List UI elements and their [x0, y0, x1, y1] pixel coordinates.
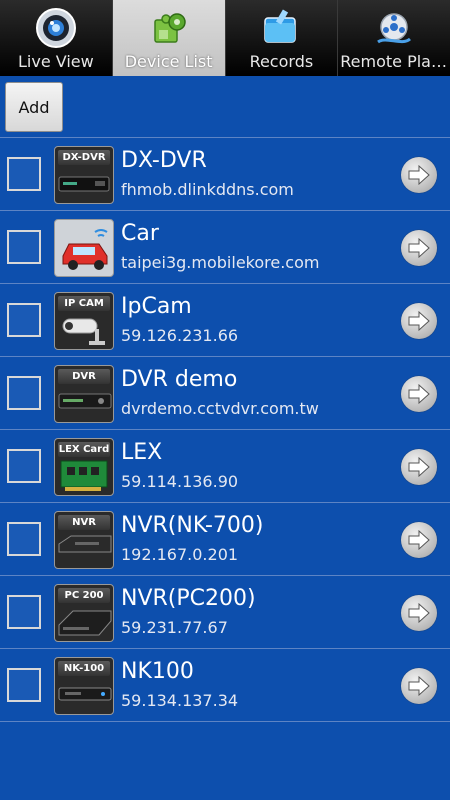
ip-camera-icon: IP CAM: [54, 292, 114, 350]
car-icon: [54, 219, 114, 277]
device-name: DX-DVR: [121, 148, 207, 173]
capture-card-icon: LEX Card: [54, 438, 114, 496]
device-name: NVR(NK-700): [121, 513, 264, 538]
device-host: fhmob.dlinkddns.com: [121, 180, 294, 199]
toolbar: Add: [0, 76, 450, 138]
device-host: 59.126.231.66: [121, 326, 239, 345]
device-checkbox[interactable]: [7, 449, 41, 483]
tab-records[interactable]: Records: [225, 0, 339, 76]
device-name: Car: [121, 221, 159, 246]
arrow-right-icon[interactable]: [401, 230, 437, 266]
device-host: 59.114.136.90: [121, 472, 239, 491]
device-row[interactable]: DVR DVR demo dvrdemo.cctvdvr.com.tw: [0, 357, 450, 430]
device-row[interactable]: PC 200 NVR(PC200) 59.231.77.67: [0, 576, 450, 649]
device-row[interactable]: NVR NVR(NK-700) 192.167.0.201: [0, 503, 450, 576]
nvr-icon: PC 200: [54, 584, 114, 642]
tab-label: Device List: [124, 52, 213, 71]
device-checkbox[interactable]: [7, 157, 41, 191]
device-checkbox[interactable]: [7, 522, 41, 556]
device-row[interactable]: NK-100 NK100 59.134.137.34: [0, 649, 450, 722]
device-row[interactable]: IP CAM IpCam 59.126.231.66: [0, 284, 450, 357]
tab-label: Live View: [18, 52, 94, 71]
tab-live-view[interactable]: Live View: [0, 0, 113, 76]
dvr-icon: DVR: [54, 365, 114, 423]
device-row[interactable]: LEX Card LEX 59.114.136.90: [0, 430, 450, 503]
device-checkbox[interactable]: [7, 303, 41, 337]
arrow-right-icon[interactable]: [401, 595, 437, 631]
dvr-icon: DX-DVR: [54, 146, 114, 204]
device-row[interactable]: DX-DVR DX-DVR fhmob.dlinkddns.com: [0, 138, 450, 211]
arrow-right-icon[interactable]: [401, 157, 437, 193]
camera-lens-icon: [35, 8, 76, 48]
tab-remote-playback[interactable]: Remote Play..: [338, 0, 450, 76]
device-host: taipei3g.mobilekore.com: [121, 253, 320, 272]
puzzle-gear-icon: [153, 13, 186, 43]
arrow-right-icon[interactable]: [401, 303, 437, 339]
film-reel-icon: [377, 13, 412, 44]
nvr-icon: NK-100: [54, 657, 114, 715]
device-list: DX-DVR DX-DVR fhmob.dlinkddns.com Car ta…: [0, 138, 450, 722]
device-name: NVR(PC200): [121, 586, 256, 611]
device-name: NK100: [121, 659, 194, 684]
arrow-right-icon[interactable]: [401, 668, 437, 704]
tab-label: Records: [249, 52, 314, 71]
arrow-right-icon[interactable]: [401, 522, 437, 558]
arrow-right-icon[interactable]: [401, 376, 437, 412]
add-device-button[interactable]: Add: [5, 82, 63, 132]
device-row[interactable]: Car taipei3g.mobilekore.com: [0, 211, 450, 284]
tab-device-list[interactable]: Device List: [112, 0, 226, 76]
device-host: dvrdemo.cctvdvr.com.tw: [121, 399, 319, 418]
device-checkbox[interactable]: [7, 376, 41, 410]
device-checkbox[interactable]: [7, 668, 41, 702]
device-checkbox[interactable]: [7, 230, 41, 264]
device-name: DVR demo: [121, 367, 238, 392]
arrow-right-icon[interactable]: [401, 449, 437, 485]
folder-icon: [264, 9, 297, 43]
device-checkbox[interactable]: [7, 595, 41, 629]
device-host: 59.231.77.67: [121, 618, 228, 637]
device-name: LEX: [121, 440, 163, 465]
tab-label: Remote Play..: [340, 52, 449, 71]
device-name: IpCam: [121, 294, 192, 319]
tab-bar: Live View Device List Records Remote Pla…: [0, 0, 450, 76]
nvr-icon: NVR: [54, 511, 114, 569]
device-host: 192.167.0.201: [121, 545, 239, 564]
device-host: 59.134.137.34: [121, 691, 239, 710]
